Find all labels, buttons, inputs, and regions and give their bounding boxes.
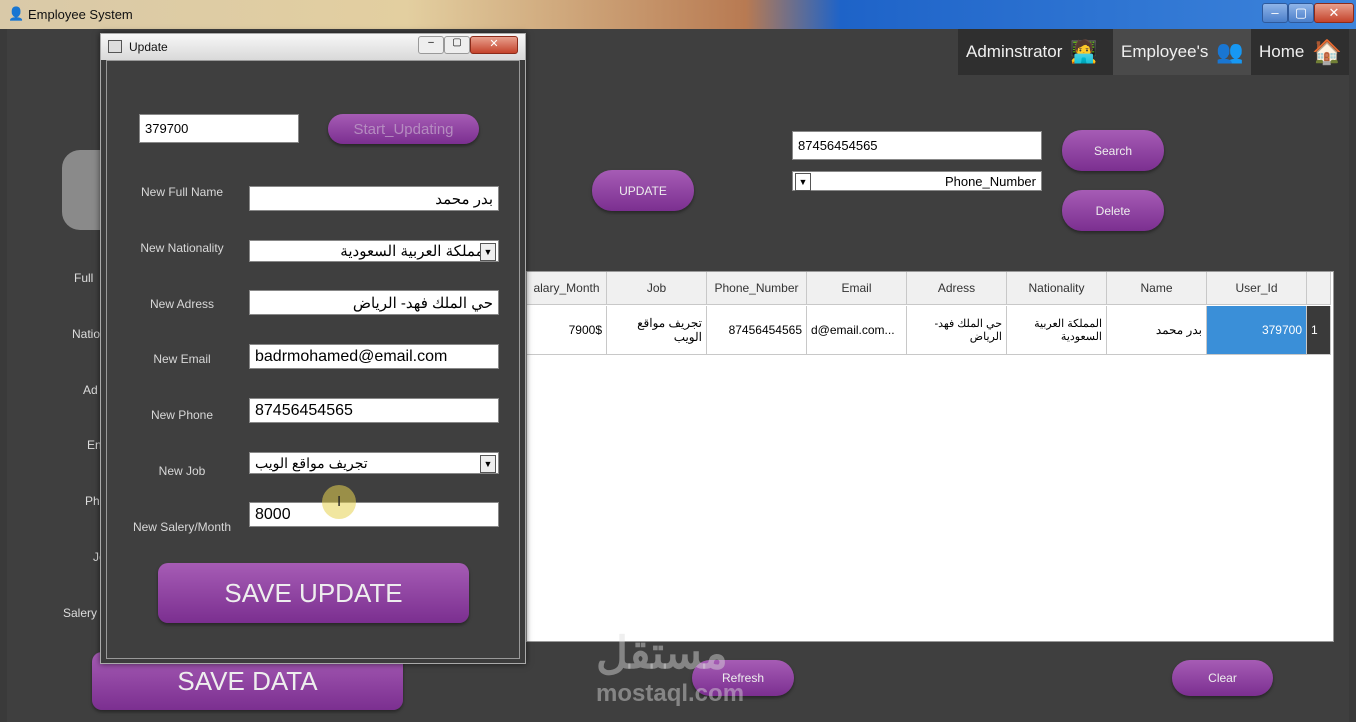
employees-icon: 👥 <box>1216 39 1244 64</box>
cell-phone[interactable]: 87456454565 <box>707 306 807 355</box>
dialog-title: Update <box>129 40 168 54</box>
cell-salary[interactable]: 7900$ <box>527 306 607 355</box>
home-icon: 🏠 <box>1312 38 1343 66</box>
new-address-input[interactable]: حي الملك فهد- الرياض <box>249 290 499 315</box>
label-new-salary: New Salery/Month <box>132 520 232 534</box>
watermark-latin: mostaql.com <box>596 680 745 707</box>
new-full-name-input[interactable]: بدر محمد <box>249 186 499 211</box>
nav-tab-home[interactable]: Home 🏠 <box>1251 29 1349 75</box>
cell-name[interactable]: بدر محمد <box>1107 306 1207 355</box>
search-button[interactable]: Search <box>1062 130 1164 171</box>
main-titlebar: 👤 Employee System – ▢ ✕ <box>0 0 1356 29</box>
dialog-body: 379700 Start_Updating New Full Name بدر … <box>106 60 520 659</box>
new-job-value: تجريف مواقع الويب <box>255 454 368 471</box>
label-new-full-name: New Full Name <box>140 185 224 199</box>
dialog-minimize-button[interactable]: – <box>418 36 444 54</box>
new-email-input[interactable]: badrmohamed@email.com <box>249 344 499 369</box>
dialog-close-button[interactable]: ✕ <box>470 36 518 54</box>
watermark-arabic: مستقل <box>596 629 728 678</box>
nav-employees-label: Employee's <box>1121 42 1209 61</box>
side-label-name: Full <box>74 271 94 285</box>
new-nationality-value: المملكة العربية السعودية <box>340 243 493 260</box>
nav-home-label: Home <box>1259 42 1305 61</box>
cell-job[interactable]: تجريف مواقع الويب <box>607 306 707 355</box>
column-header[interactable]: alary_Month <box>527 272 607 305</box>
label-new-address: New Adress <box>149 297 215 311</box>
delete-button[interactable]: Delete <box>1062 190 1164 231</box>
nav-admin-label: Adminstrator <box>966 42 1063 61</box>
search-filter-value: Phone_Number <box>944 173 1036 189</box>
minimize-button[interactable]: – <box>1262 3 1288 23</box>
column-header[interactable]: Job <box>607 272 707 305</box>
close-button[interactable]: ✕ <box>1314 3 1354 23</box>
label-new-nationality: New Nationality <box>140 241 224 255</box>
window-title: Employee System <box>28 7 133 22</box>
label-new-email: New Email <box>153 352 211 366</box>
dialog-maximize-button[interactable]: ▢ <box>444 36 470 54</box>
id-input[interactable]: 379700 <box>139 114 299 143</box>
new-phone-input[interactable]: 87456454565 <box>249 398 499 423</box>
column-header[interactable]: Adress <box>907 272 1007 305</box>
dialog-icon <box>108 40 122 53</box>
side-label-salary: Salery <box>63 606 98 620</box>
save-update-button[interactable]: SAVE UPDATE <box>158 563 469 623</box>
text-cursor-icon: I <box>337 493 342 510</box>
maximize-button[interactable]: ▢ <box>1288 3 1314 23</box>
cell-nationality[interactable]: المملكة العربية السعودية <box>1007 306 1107 355</box>
label-new-phone: New Phone <box>150 408 214 422</box>
row-index[interactable]: 1 <box>1307 306 1331 355</box>
side-label-phone: Ph <box>85 494 100 508</box>
nav-tab-employees[interactable]: Employee's 👥 <box>1113 29 1251 75</box>
photo-placeholder <box>62 150 102 230</box>
column-header[interactable]: User_Id <box>1207 272 1307 305</box>
side-label-address: Ad <box>83 383 98 397</box>
cell-address[interactable]: حي الملك فهد- الرياض <box>907 306 1007 355</box>
column-header[interactable]: Phone_Number <box>707 272 807 305</box>
admin-icon: 🧑‍💻 <box>1070 39 1098 64</box>
search-filter-select[interactable]: ▼ Phone_Number <box>792 171 1042 191</box>
column-header[interactable]: Nationality <box>1007 272 1107 305</box>
update-dialog: Update – ▢ ✕ 379700 Start_Updating New F… <box>100 33 526 664</box>
column-header[interactable]: Name <box>1107 272 1207 305</box>
update-button[interactable]: UPDATE <box>592 170 694 211</box>
chevron-down-icon[interactable]: ▼ <box>480 243 496 261</box>
new-nationality-select[interactable]: المملكة العربية السعودية ▼ <box>249 240 499 262</box>
chevron-down-icon[interactable]: ▼ <box>795 173 811 191</box>
start-updating-button[interactable]: Start_Updating <box>328 114 479 144</box>
app-icon: 👤 <box>8 6 25 21</box>
new-job-select[interactable]: تجريف مواقع الويب ▼ <box>249 452 499 474</box>
side-label-nationality: Natio <box>72 327 101 341</box>
cell-user-id[interactable]: 379700 <box>1207 306 1307 355</box>
chevron-down-icon[interactable]: ▼ <box>480 455 496 473</box>
nav-tab-admin[interactable]: Adminstrator 🧑‍💻 <box>958 29 1113 75</box>
label-new-job: New Job <box>158 464 206 478</box>
employee-table[interactable]: alary_Month Job Phone_Number Email Adres… <box>526 271 1334 642</box>
search-input[interactable]: 87456454565 <box>792 131 1042 160</box>
row-header-corner <box>1307 272 1331 305</box>
new-salary-input[interactable]: 8000 <box>249 502 499 527</box>
column-header[interactable]: Email <box>807 272 907 305</box>
clear-button[interactable]: Clear <box>1172 660 1273 696</box>
cell-email[interactable]: d@email.com... <box>807 306 907 355</box>
dialog-titlebar: Update – ▢ ✕ <box>101 34 525 60</box>
